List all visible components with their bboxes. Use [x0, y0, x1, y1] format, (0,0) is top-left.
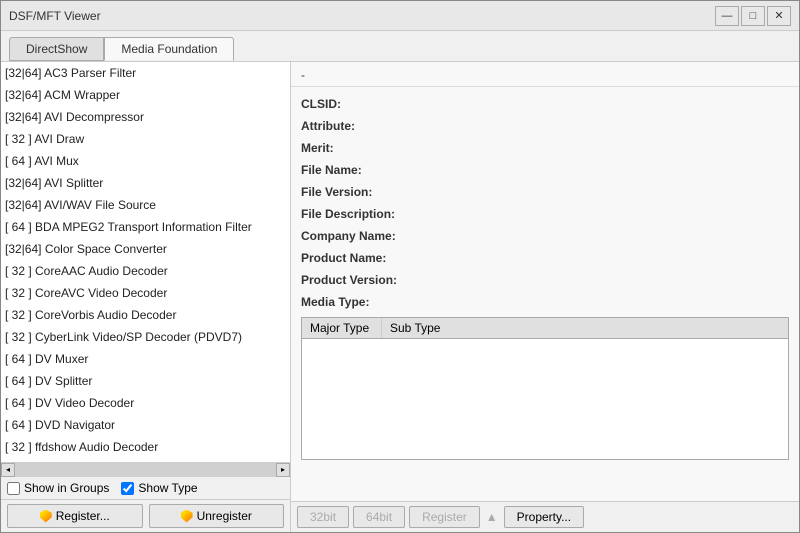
maximize-button[interactable]: □ [741, 6, 765, 26]
list-item[interactable]: [ 32 ] CoreAVC Video Decoder [1, 282, 290, 304]
clsid-row: CLSID: [301, 93, 789, 115]
list-item[interactable]: [ 64 ] BDA MPEG2 Transport Information F… [1, 216, 290, 238]
list-item[interactable]: [32|64] ACM Wrapper [1, 84, 290, 106]
filter-list[interactable]: [32|64] AC3 Parser Filter[32|64] ACM Wra… [1, 62, 290, 462]
attribute-row: Attribute: [301, 115, 789, 137]
list-item[interactable]: [ 32 ] ffdshow Audio Decoder [1, 436, 290, 458]
sub-type-col-header: Sub Type [382, 318, 462, 338]
scroll-left-arrow[interactable]: ◂ [1, 463, 15, 477]
list-item[interactable]: [32|64] AVI Splitter [1, 172, 290, 194]
64bit-button[interactable]: 64bit [353, 506, 405, 528]
list-item[interactable]: [ 64 ] DV Splitter [1, 370, 290, 392]
list-item[interactable]: [ 64 ] DV Muxer [1, 348, 290, 370]
unregister-shield-icon [181, 510, 193, 523]
media-type-table: Major Type Sub Type [301, 317, 789, 460]
companyname-label: Company Name: [301, 227, 421, 245]
companyname-row: Company Name: [301, 225, 789, 247]
title-bar: DSF/MFT Viewer — □ ✕ [1, 1, 799, 31]
merit-row: Merit: [301, 137, 789, 159]
right-footer: 32bit 64bit Register ▲ Property... [291, 501, 799, 532]
media-type-header: Major Type Sub Type [302, 318, 788, 339]
32bit-button[interactable]: 32bit [297, 506, 349, 528]
productname-label: Product Name: [301, 249, 421, 267]
show-in-groups-label[interactable]: Show in Groups [7, 481, 109, 495]
register-button[interactable]: Register... [7, 504, 143, 528]
main-window: DSF/MFT Viewer — □ ✕ DirectShow Media Fo… [0, 0, 800, 533]
main-content: [32|64] AC3 Parser Filter[32|64] ACM Wra… [1, 62, 799, 532]
register-separator: ▲ [484, 510, 500, 524]
major-type-col-header: Major Type [302, 318, 382, 338]
window-controls: — □ ✕ [715, 6, 791, 26]
filedescription-label: File Description: [301, 205, 421, 223]
tab-bar: DirectShow Media Foundation [1, 31, 799, 62]
list-item[interactable]: [ 32 ] AVI Draw [1, 128, 290, 150]
show-in-groups-checkbox[interactable] [7, 482, 20, 495]
properties-area: CLSID: Attribute: Merit: File Name: File… [291, 87, 799, 501]
attribute-label: Attribute: [301, 117, 421, 135]
fileversion-row: File Version: [301, 181, 789, 203]
right-register-button[interactable]: Register [409, 506, 480, 528]
minimize-button[interactable]: — [715, 6, 739, 26]
merit-label: Merit: [301, 139, 421, 157]
horizontal-scrollbar[interactable]: ◂ ▸ [1, 462, 290, 476]
filename-row: File Name: [301, 159, 789, 181]
register-shield-icon [40, 510, 52, 523]
list-item[interactable]: [ 64 ] AVI Mux [1, 150, 290, 172]
scroll-track[interactable] [15, 463, 276, 477]
right-panel: - CLSID: Attribute: Merit: File Name: [291, 62, 799, 532]
show-type-checkbox[interactable] [121, 482, 134, 495]
scroll-right-arrow[interactable]: ▸ [276, 463, 290, 477]
mediatype-row: Media Type: [301, 291, 789, 313]
list-item[interactable]: [32|64] AC3 Parser Filter [1, 62, 290, 84]
list-item[interactable]: [ 64 ] DVD Navigator [1, 414, 290, 436]
filedescription-row: File Description: [301, 203, 789, 225]
list-item[interactable]: [32|64] Color Space Converter [1, 238, 290, 260]
filename-label: File Name: [301, 161, 421, 179]
tab-media-foundation[interactable]: Media Foundation [104, 37, 234, 61]
unregister-button[interactable]: Unregister [149, 504, 285, 528]
list-item[interactable]: [ 32 ] CyberLink Video/SP Decoder (PDVD7… [1, 326, 290, 348]
productversion-row: Product Version: [301, 269, 789, 291]
clsid-label: CLSID: [301, 95, 421, 113]
media-type-body [302, 339, 788, 459]
fileversion-label: File Version: [301, 183, 421, 201]
list-item[interactable]: [32|64] AVI Decompressor [1, 106, 290, 128]
left-bottom-controls: Show in Groups Show Type [1, 476, 290, 499]
productversion-label: Product Version: [301, 271, 421, 289]
list-item[interactable]: [ 32 ] CoreAAC Audio Decoder [1, 260, 290, 282]
list-item[interactable]: [32|64] AVI/WAV File Source [1, 194, 290, 216]
close-button[interactable]: ✕ [767, 6, 791, 26]
left-panel: [32|64] AC3 Parser Filter[32|64] ACM Wra… [1, 62, 291, 532]
tab-directshow[interactable]: DirectShow [9, 37, 104, 61]
left-footer: Register... Unregister [1, 499, 290, 532]
list-item[interactable]: [ 32 ] CoreVorbis Audio Decoder [1, 304, 290, 326]
window-title: DSF/MFT Viewer [9, 9, 715, 23]
selected-item-indicator: - [291, 62, 799, 87]
productname-row: Product Name: [301, 247, 789, 269]
property-button[interactable]: Property... [504, 506, 584, 528]
show-type-label[interactable]: Show Type [121, 481, 197, 495]
list-item[interactable]: [ 64 ] DV Video Decoder [1, 392, 290, 414]
mediatype-label: Media Type: [301, 293, 421, 311]
